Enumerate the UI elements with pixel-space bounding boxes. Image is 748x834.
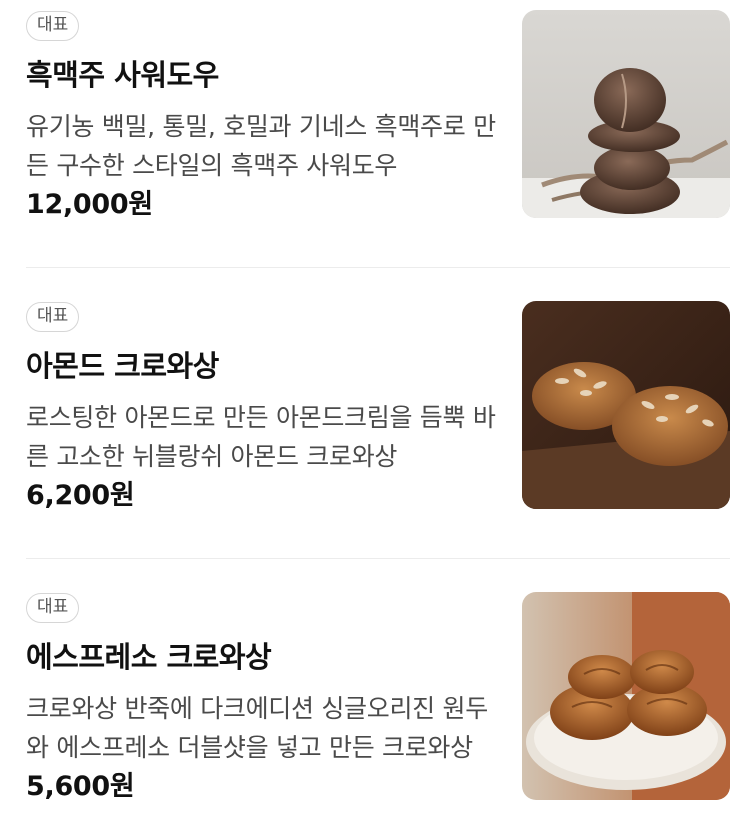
signature-badge: 대표 <box>26 593 80 623</box>
divider <box>26 267 730 268</box>
menu-item-name: 아몬드 크로와상 <box>26 349 219 383</box>
menu-item-name: 에스프레소 크로와상 <box>26 640 272 674</box>
menu-item-description: 유기농 백밀, 통밀, 호밀과 기네스 흑맥주로 만든 구수한 스타일의 흑맥주… <box>26 112 496 180</box>
menu-item-price: 6,200원 <box>26 480 135 511</box>
menu-item-description: 크로와상 반죽에 다크에디션 싱글오리진 원두와 에스프레소 더블샷을 넣고 만… <box>26 694 488 762</box>
menu-item-price: 12,000원 <box>26 189 153 220</box>
divider <box>26 558 730 559</box>
menu-item[interactable]: 대표 에스프레소 크로와상 크로와상 반죽에 다크에디션 싱글오리진 원두와 에… <box>26 584 730 802</box>
stacked-sourdough-photo[interactable] <box>522 10 730 218</box>
menu-list: 대표 흑맥주 사워도우 유기농 백밀, 통밀, 호밀과 기네스 흑맥주로 만든 … <box>0 0 748 834</box>
almond-croissant-photo[interactable] <box>522 301 730 509</box>
espresso-croissant-photo[interactable] <box>522 592 730 800</box>
signature-badge: 대표 <box>26 11 80 41</box>
menu-item-description: 로스팅한 아몬드로 만든 아몬드크림을 듬뿍 바른 고소한 뉘블랑쉬 아몬드 크… <box>26 403 496 471</box>
menu-item-name: 흑맥주 사워도우 <box>26 58 219 92</box>
menu-item-price: 5,600원 <box>26 771 135 802</box>
signature-badge: 대표 <box>26 302 80 332</box>
menu-item[interactable]: 대표 아몬드 크로와상 로스팅한 아몬드로 만든 아몬드크림을 듬뿍 바른 고소… <box>26 293 730 511</box>
menu-item[interactable]: 대표 흑맥주 사워도우 유기농 백밀, 통밀, 호밀과 기네스 흑맥주로 만든 … <box>26 2 730 220</box>
